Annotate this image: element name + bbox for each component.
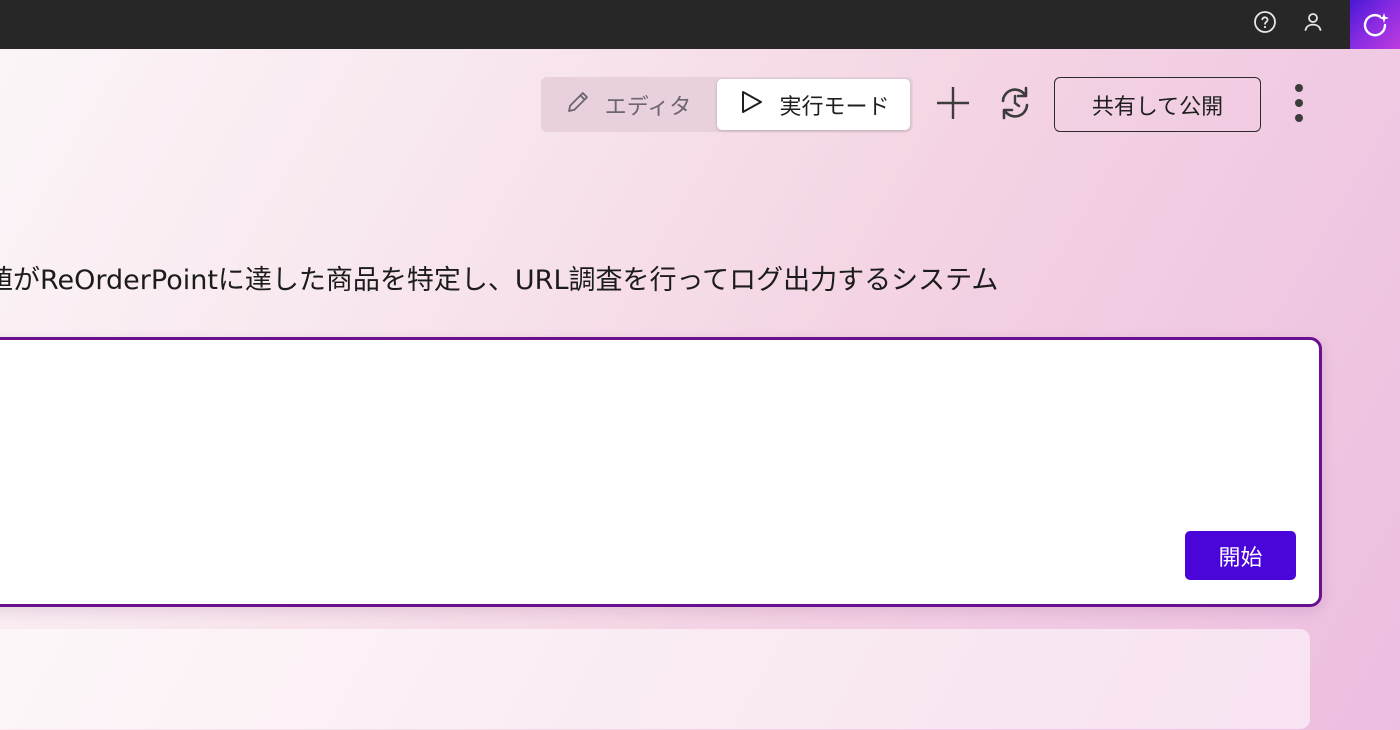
refresh-icon xyxy=(996,84,1034,126)
user-icon[interactable] xyxy=(1301,10,1325,34)
refresh-button[interactable] xyxy=(995,85,1035,125)
pencil-icon xyxy=(565,89,591,121)
start-button[interactable]: 開始 xyxy=(1185,531,1296,580)
editor-mode-button[interactable]: エディタ xyxy=(541,77,715,132)
plus-icon xyxy=(934,84,972,126)
share-publish-button[interactable]: 共有して公開 xyxy=(1054,77,1261,132)
copilot-icon[interactable] xyxy=(1350,0,1400,49)
prompt-input[interactable] xyxy=(3,350,1287,524)
mode-toggle: エディタ 実行モード xyxy=(541,77,913,132)
more-options-button[interactable] xyxy=(1284,84,1314,126)
app-description: 値がReOrderPointに達した商品を特定し、URL調査を行ってログ出力する… xyxy=(0,265,999,296)
input-card xyxy=(0,337,1322,607)
output-panel xyxy=(0,629,1310,729)
editor-mode-label: エディタ xyxy=(604,94,692,120)
help-circle-icon[interactable] xyxy=(1253,10,1277,34)
run-mode-button[interactable]: 実行モード xyxy=(717,79,910,130)
add-button[interactable] xyxy=(933,85,973,125)
play-icon xyxy=(737,88,765,122)
top-bar xyxy=(0,0,1400,49)
run-mode-label: 実行モード xyxy=(779,94,890,120)
more-vertical-icon xyxy=(1294,83,1304,127)
